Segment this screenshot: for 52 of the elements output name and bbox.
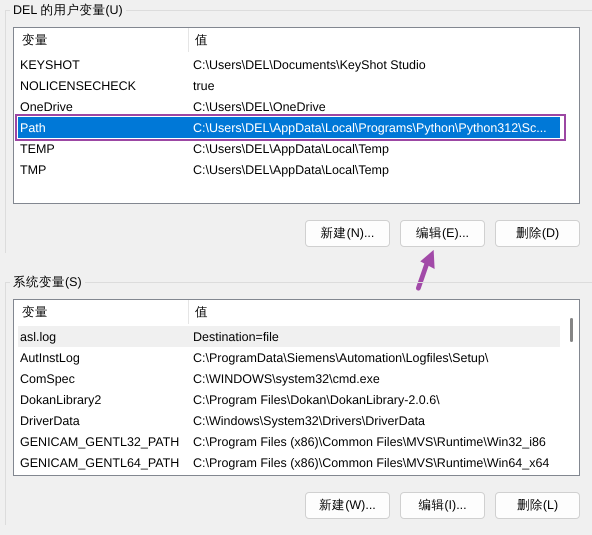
variable-name: asl.log: [19, 330, 58, 344]
column-header[interactable]: 变量: [20, 28, 189, 52]
variable-row[interactable]: ComSpec C:\WINDOWS\system32\cmd.exe: [18, 368, 560, 389]
variable-name: ComSpec: [19, 372, 76, 386]
variable-row[interactable]: OneDrive C:\Users\DEL\OneDrive: [18, 96, 560, 117]
variable-value: C:\Users\DEL\Documents\KeyShot Studio: [192, 58, 426, 72]
variable-value: C:\Program Files (x86)\Common Files\MVS\Runtime\Win64_x64: [192, 456, 550, 470]
variable-name: OneDrive: [19, 100, 74, 114]
dialog-button[interactable]: 编辑(E)...: [400, 220, 485, 247]
dialog-button[interactable]: 新建(W)...: [305, 492, 390, 519]
variable-row[interactable]: GENICAM_GENTL64_PATH C:\Program Files (x86)\Common Files\MVS\Runtime\Win64_x64: [18, 452, 560, 473]
variable-value: C:\Users\DEL\AppData\Local\Temp: [192, 162, 389, 176]
variable-row[interactable]: DokanLibrary2 C:\Program Files\Dokan\DokanLibrary-2.0.6\: [18, 389, 560, 410]
variable-row[interactable]: GENICAM_GENTL32_PATH C:\Program Files (x86)\Common Files\MVS\Runtime\Win32_i86: [18, 431, 560, 452]
variable-name: DokanLibrary2: [19, 392, 102, 406]
variable-name: GENICAM_GENTL32_PATH: [19, 434, 180, 448]
dialog-button[interactable]: 新建(N)...: [305, 220, 390, 247]
variable-name: TMP: [19, 162, 48, 176]
variable-value: C:\Users\DEL\AppData\Local\Temp: [192, 142, 389, 156]
variable-name: NOLICENSECHECK: [19, 78, 137, 92]
variable-value: C:\WINDOWS\system32\cmd.exe: [192, 372, 380, 386]
variable-name: AutInstLog: [19, 350, 81, 364]
variable-row[interactable]: asl.log Destination=file: [18, 326, 560, 347]
variable-row[interactable]: AutInstLog C:\ProgramData\Siemens\Automation\Logfiles\Setup\: [18, 347, 560, 368]
variable-name: TEMP: [19, 142, 56, 156]
variable-name: GENICAM_GENTL64_PATH: [19, 456, 180, 470]
dialog-button[interactable]: 删除(L): [495, 492, 580, 519]
column-header[interactable]: 值: [189, 28, 208, 52]
column-header[interactable]: 变量: [20, 300, 189, 324]
variable-list[interactable]: [13, 299, 580, 476]
variable-value: Destination=file: [192, 330, 279, 344]
variable-name: DriverData: [19, 414, 81, 428]
variable-value: C:\Users\DEL\OneDrive: [192, 100, 326, 114]
variable-row[interactable]: TMP C:\Users\DEL\AppData\Local\Temp: [18, 159, 560, 180]
variable-row[interactable]: NOLICENSECHECK true: [18, 75, 560, 96]
dialog-button[interactable]: 编辑(I)...: [400, 492, 485, 519]
variable-list[interactable]: [13, 27, 580, 204]
variable-name: KEYSHOT: [19, 58, 81, 72]
column-header[interactable]: 值: [189, 300, 208, 324]
variable-name: Path: [19, 120, 47, 134]
group-title: 系统变量(S): [10, 274, 85, 290]
variable-value: C:\Program Files\Dokan\DokanLibrary-2.0.6\: [192, 392, 440, 406]
variable-value: C:\Users\DEL\AppData\Local\Programs\Python\Python312\Sc...: [192, 120, 547, 134]
dialog-button[interactable]: 删除(D): [495, 220, 580, 247]
variable-value: C:\Program Files (x86)\Common Files\MVS\Runtime\Win32_i86: [192, 434, 546, 448]
variable-value: C:\ProgramData\Siemens\Automation\Logfiles\Setup\: [192, 350, 488, 364]
variable-row[interactable]: DriverData C:\Windows\System32\Drivers\DriverData: [18, 410, 560, 431]
variable-value: true: [192, 78, 215, 92]
variable-value: C:\Windows\System32\Drivers\DriverData: [192, 414, 425, 428]
variable-row[interactable]: KEYSHOT C:\Users\DEL\Documents\KeyShot Studio: [18, 54, 560, 75]
variable-row[interactable]: TEMP C:\Users\DEL\AppData\Local\Temp: [18, 138, 560, 159]
group-title: DEL 的用户变量(U): [10, 2, 126, 18]
